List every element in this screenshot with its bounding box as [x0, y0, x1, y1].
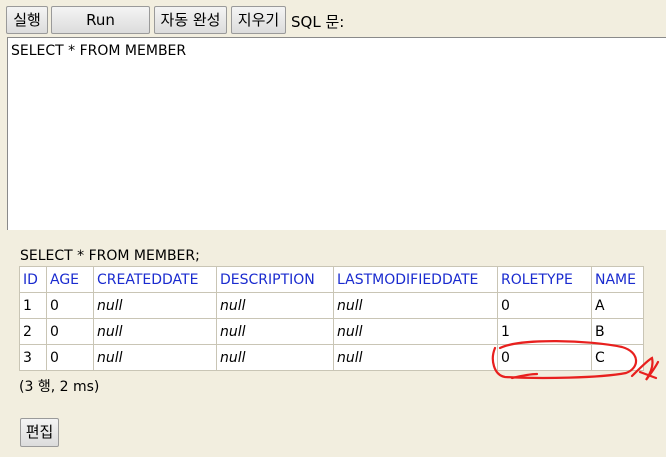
table-cell: A — [591, 292, 644, 319]
table-header-row: ID AGE CREATEDDATE DESCRIPTION LASTMODIF… — [19, 266, 644, 293]
run-selected-button[interactable]: Run Selected — [51, 6, 150, 55]
execute-button[interactable]: 실행 — [6, 6, 48, 34]
table-cell: null — [216, 318, 334, 345]
edit-button[interactable]: 편집 — [20, 418, 59, 447]
table-cell: B — [591, 318, 644, 345]
clear-button[interactable]: 지우기 — [231, 6, 286, 34]
table-cell: 1 — [19, 292, 47, 319]
table-cell: 2 — [19, 318, 47, 345]
column-header[interactable]: ROLETYPE — [497, 266, 592, 293]
autocomplete-button[interactable]: 자동 완성 — [154, 6, 227, 34]
column-header[interactable]: ID — [19, 266, 47, 293]
table-row: 1 0 null null null 0 A — [19, 292, 644, 319]
table-cell: null — [93, 318, 217, 345]
sql-editor[interactable]: SELECT * FROM MEMBER — [7, 37, 666, 230]
column-header[interactable]: AGE — [46, 266, 94, 293]
toolbar: 실행 Run Selected 자동 완성 지우기 SQL 문: — [0, 0, 666, 55]
table-cell: 0 — [46, 344, 94, 371]
column-header[interactable]: DESCRIPTION — [216, 266, 334, 293]
sql-statement-label: SQL 문: — [291, 13, 345, 31]
table-cell: null — [333, 318, 498, 345]
results-table: ID AGE CREATEDDATE DESCRIPTION LASTMODIF… — [19, 266, 644, 371]
table-cell: null — [93, 292, 217, 319]
table-cell: null — [216, 292, 334, 319]
table-row: 3 0 null null null 0 C — [19, 344, 644, 371]
column-header[interactable]: CREATEDDATE — [93, 266, 217, 293]
table-cell: 0 — [46, 292, 94, 319]
column-header[interactable]: NAME — [591, 266, 644, 293]
table-cell: 0 — [497, 292, 592, 319]
table-cell: 1 — [497, 318, 592, 345]
table-cell: null — [333, 344, 498, 371]
table-cell: null — [216, 344, 334, 371]
column-header[interactable]: LASTMODIFIEDDATE — [333, 266, 498, 293]
executed-query-text: SELECT * FROM MEMBER; — [20, 248, 200, 264]
table-cell: 3 — [19, 344, 47, 371]
table-cell: null — [333, 292, 498, 319]
table-cell: 0 — [46, 318, 94, 345]
table-cell: 0 — [497, 344, 592, 371]
table-cell: C — [591, 344, 644, 371]
table-cell: null — [93, 344, 217, 371]
table-row: 2 0 null null null 1 B — [19, 318, 644, 345]
annotation-underline — [510, 372, 539, 380]
row-count-info: (3 행, 2 ms) — [19, 379, 100, 395]
